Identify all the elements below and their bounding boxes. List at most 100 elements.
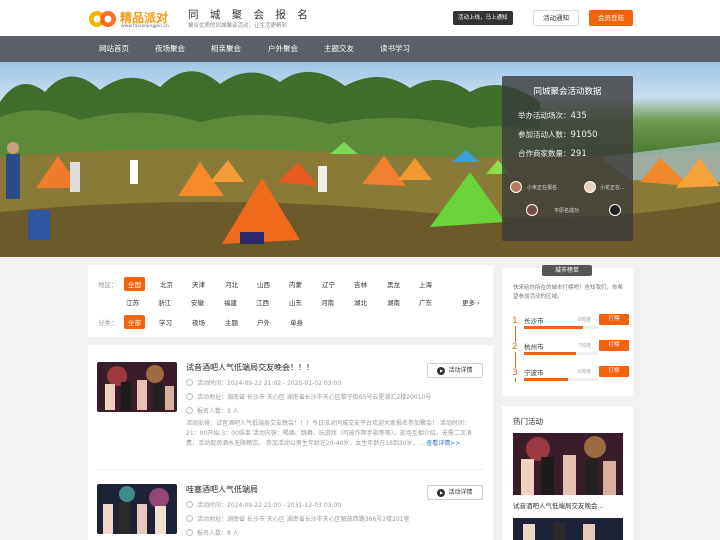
activity-title[interactable]: 哇塞酒吧人气低端局 [186, 484, 258, 495]
rank-count: 7热度 [578, 343, 592, 349]
region-option[interactable]: 安徽 [191, 297, 204, 307]
activity-address-value: 湖南省 长沙市 天心区 湖南省长沙市天心区黎子街65号云星湖汇2楼20010号 [227, 394, 432, 401]
location-icon [186, 393, 193, 400]
activity-address: 活动地址：湖南省 长沙市 天心区 湖南省长沙市天心区黎子街65号云星湖汇2楼20… [186, 392, 431, 401]
activity-title[interactable]: 试音酒吧人气低端局交友晚会！！！ [186, 362, 314, 373]
region-option[interactable]: 浙江 [158, 297, 171, 307]
rank-bar [524, 352, 598, 355]
filter-panel: 地区： 全国 北京 天津 河北 山西 内蒙 辽宁 吉林 黑龙 上海 江苏 浙江 … [88, 265, 493, 337]
region-option[interactable]: 内蒙 [289, 279, 302, 289]
region-option[interactable]: 江西 [256, 297, 269, 307]
login-button[interactable]: 会员登陆 [589, 10, 633, 26]
category-label: 分类： [98, 319, 118, 327]
clock-icon [186, 379, 193, 386]
recent-signup-text: 平原名成功 [554, 208, 580, 214]
activity-detail-button[interactable]: 活动详情 [427, 363, 483, 378]
activity-thumbnail[interactable] [97, 484, 177, 534]
rank-vote-button[interactable]: 打榜 [599, 366, 629, 377]
region-option[interactable]: 山东 [289, 297, 302, 307]
recent-signup-row: 平原名成功 [502, 203, 633, 217]
stat-merchants-value: 291 [570, 149, 587, 159]
ranking-tag: 城市榜单 [542, 265, 592, 276]
activity-count: 报名人数：3 人 [186, 406, 239, 415]
rank-number: 2 [512, 342, 518, 352]
activity-count-label: 报名人数： [197, 408, 228, 415]
rank-number: 3 [512, 368, 518, 378]
notice-button[interactable]: 活动通知 [533, 10, 579, 26]
hot-activity-caption[interactable]: 试音酒吧人气低端局交友晚会... [513, 500, 604, 510]
avatar [510, 181, 522, 193]
category-option[interactable]: 户外 [257, 317, 270, 327]
activity-more-link[interactable]: 查看详情>> [426, 440, 460, 447]
logo-url: www.faxianjingpin.cn [121, 24, 169, 29]
activity-count-label: 报名人数： [197, 530, 228, 537]
activity-description: 活动安排：试音酒吧人气低端局交友晚会！！！今日派对同城交友平台欢迎大家报名参加聚… [186, 419, 482, 459]
avatar [584, 181, 596, 193]
rank-number: 1 [512, 316, 518, 326]
rank-bar-fill [524, 352, 576, 355]
region-option[interactable]: 广东 [419, 297, 432, 307]
main-nav: 网站首页 夜场聚会 相亲聚会 户外聚会 主题交友 读书学习 [0, 36, 720, 62]
user-icon [186, 529, 193, 536]
region-option[interactable]: 黑龙 [387, 279, 400, 289]
rank-bar [524, 378, 598, 381]
region-option[interactable]: 江苏 [126, 297, 139, 307]
activity-time-label: 活动时间： [197, 380, 228, 387]
region-option[interactable]: 福建 [224, 297, 237, 307]
stat-people-label: 参加活动人数： [518, 130, 571, 139]
region-option[interactable]: 湖南 [387, 297, 400, 307]
nav-item-nightclub[interactable]: 夜场聚会 [155, 36, 185, 62]
rank-vote-button[interactable]: 打榜 [599, 340, 629, 351]
stat-held-value: 435 [570, 111, 587, 121]
category-option[interactable]: 单身 [290, 317, 303, 327]
category-option[interactable]: 夜场 [192, 317, 205, 327]
nav-item-reading[interactable]: 读书学习 [380, 36, 410, 62]
activity-item: 试音酒吧人气低端局交友晚会！！！ 活动详情 活动时间：2024-09-22 21… [88, 345, 493, 470]
category-option[interactable]: 主题 [225, 317, 238, 327]
stat-held-label: 举办活动场次： [518, 111, 571, 120]
nav-item-theme[interactable]: 主题交友 [324, 36, 354, 62]
activity-count-value: 8 人 [227, 530, 239, 537]
activity-time-label: 活动时间： [197, 502, 228, 509]
stats-title: 同城聚会活动数据 [533, 87, 602, 97]
clock-icon [186, 501, 193, 508]
chevron-right-icon: › [475, 299, 480, 307]
logo-mark-icon [89, 11, 116, 27]
category-option[interactable]: 学习 [159, 317, 172, 327]
hot-activity-image[interactable] [513, 433, 623, 495]
region-option[interactable]: 辽宁 [322, 279, 335, 289]
site-subtitle: 聚合优质的同城聚会活动，让生活更精彩 [188, 23, 288, 29]
region-option[interactable]: 天津 [192, 279, 205, 289]
avatar [526, 204, 538, 216]
region-option[interactable]: 吉林 [354, 279, 367, 289]
activity-item: 哇塞酒吧人气低端局 活动详情 活动时间：2024-09-22 21:00 - 2… [88, 470, 493, 540]
stat-held: 举办活动场次：435 [518, 110, 587, 121]
nav-item-outdoor[interactable]: 户外聚会 [268, 36, 298, 62]
city-ranking: 城市榜单 快来给你所在的城市打榜吧！告知我们，你希望参加活动的区域。 1 长沙市… [502, 265, 633, 396]
rank-vote-button[interactable]: 打榜 [599, 314, 629, 325]
hot-activity-image[interactable] [513, 518, 623, 540]
rank-city: 杭州市 [524, 343, 544, 351]
region-option[interactable]: 河北 [225, 279, 238, 289]
category-option[interactable]: 全部 [124, 315, 145, 329]
region-option[interactable]: 山西 [257, 279, 270, 289]
region-option[interactable]: 湖北 [354, 297, 367, 307]
site-logo[interactable]: 精品派对 www.faxianjingpin.cn [88, 7, 172, 31]
activity-thumbnail[interactable] [97, 362, 177, 412]
stat-merchants-label: 合作商家数量： [518, 149, 571, 158]
region-label: 地区： [98, 281, 118, 289]
hot-activities: 热门活动 试音酒吧人气低端局交友晚会... [502, 406, 633, 540]
region-option[interactable]: 上海 [419, 279, 432, 289]
rank-count: 6热度 [578, 369, 592, 375]
activity-count-value: 3 人 [227, 408, 239, 415]
region-more-link[interactable]: 更多 › [462, 297, 480, 307]
rank-bar-fill [524, 326, 584, 329]
region-option[interactable]: 全国 [124, 277, 145, 291]
activity-address-value: 湖南省 长沙市 天心区 湖南省长沙市天心区解放西路366号2楼201室 [227, 516, 410, 523]
region-option[interactable]: 河南 [321, 297, 334, 307]
activity-detail-button[interactable]: 活动详情 [427, 485, 483, 500]
nav-item-dating[interactable]: 相亲聚会 [211, 36, 241, 62]
nav-item-home[interactable]: 网站首页 [99, 36, 129, 62]
activity-list: 试音酒吧人气低端局交友晚会！！！ 活动详情 活动时间：2024-09-22 21… [88, 345, 493, 540]
region-option[interactable]: 北京 [160, 279, 173, 289]
